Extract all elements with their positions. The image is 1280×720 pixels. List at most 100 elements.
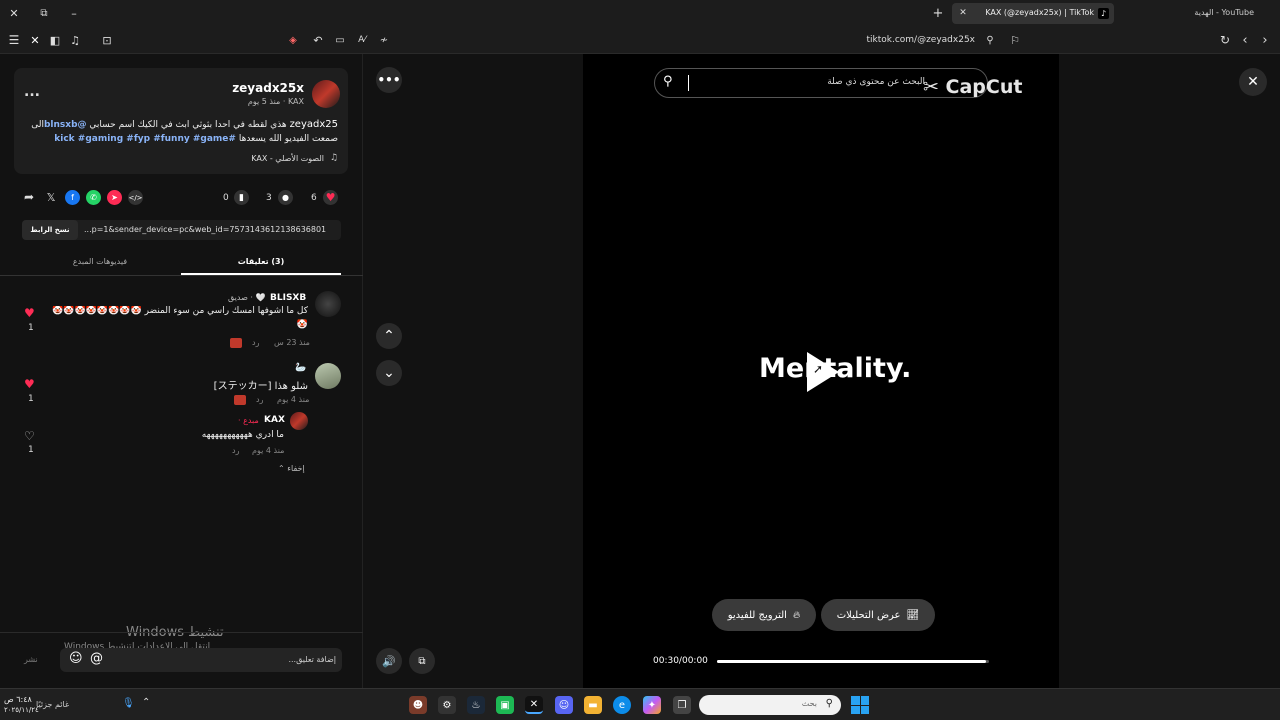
shield-extension-icon[interactable]: ◈ <box>285 32 301 48</box>
windows-start-icon[interactable] <box>851 696 869 714</box>
tabs-bar: فيديوهات المبدع (3) تعليقات <box>0 252 363 276</box>
reply-button[interactable]: رد <box>256 395 263 404</box>
mention-icon[interactable]: @ <box>90 651 103 666</box>
like-action-icon[interactable]: ♥ <box>323 190 338 205</box>
forward-icon[interactable]: › <box>1257 32 1273 48</box>
comment-like-icon[interactable]: ♡ <box>24 429 35 443</box>
task-view-icon[interactable]: ❐ <box>673 696 691 714</box>
reader-icon[interactable]: ▭ <box>332 32 348 48</box>
search-icon[interactable]: ⚲ <box>663 74 673 89</box>
weather-text[interactable]: غائم جزئيًا <box>36 700 69 709</box>
comment-author[interactable]: BLISXB <box>270 293 306 303</box>
comment-input[interactable]: @ ☺ إضافة تعليق... <box>60 648 342 672</box>
share-arrow-icon[interactable]: ➦ <box>22 190 36 204</box>
capcut-icon[interactable]: ✕ <box>27 32 43 48</box>
comment-like-icon[interactable]: ♥ <box>24 377 35 391</box>
comment-time: منذ 4 يوم <box>277 395 310 404</box>
comment-avatar[interactable] <box>315 291 341 317</box>
sparkle-icon[interactable]: ≁ <box>376 32 392 48</box>
next-video-button[interactable]: ⌄ <box>376 360 402 386</box>
tab-youtube[interactable]: YouTube - الهدية <box>1194 8 1254 17</box>
capcut-app-icon[interactable]: ✕ <box>525 696 543 714</box>
telegram-share-icon[interactable]: ➤ <box>107 190 122 205</box>
author-username[interactable]: zeyadx25x <box>232 81 304 95</box>
caption-hashtags[interactable]: #kick #gaming #fyp #funny #game <box>54 134 236 144</box>
sound-name[interactable]: الصوت الأصلي - KAX <box>251 154 324 163</box>
site-settings-icon[interactable]: ⚲ <box>982 32 998 48</box>
reply-button[interactable]: رد <box>252 338 259 347</box>
reload-icon[interactable]: ↻ <box>1217 32 1233 48</box>
steam-icon[interactable]: ♨ <box>467 696 485 714</box>
screenshot-icon[interactable]: ⊡ <box>99 32 115 48</box>
close-player-button[interactable]: ✕ <box>1239 68 1267 96</box>
sidebar-toggle-icon[interactable]: ◧ <box>47 32 63 48</box>
emoji-icon[interactable]: ☺ <box>69 651 83 666</box>
tab-active[interactable]: ✕ KAX (@zeyadx25x) | TikTok ♪ <box>952 3 1114 24</box>
promote-label: الترويج للفيديو <box>727 609 787 621</box>
bookmark-action-icon[interactable]: ▮ <box>234 190 249 205</box>
more-options-icon[interactable]: ... <box>20 82 44 102</box>
caption-user: zeyadx25 <box>289 119 338 130</box>
discord-icon[interactable]: ☺ <box>555 696 573 714</box>
copilot-icon[interactable]: ✦ <box>643 696 661 714</box>
taskbar-search[interactable]: ⚲ بحث <box>699 695 841 715</box>
reply-author[interactable]: KAX <box>264 415 285 425</box>
bookmark-icon[interactable]: ⚐ <box>1007 32 1023 48</box>
video-player[interactable]: ⚲ البحث عن محتوى ذي صلة ✂ CapCut Mentali… <box>583 54 1059 688</box>
previous-video-button[interactable]: ⌃ <box>376 323 402 349</box>
author-avatar[interactable] <box>312 80 340 108</box>
back-icon[interactable]: ‹ <box>1237 32 1253 48</box>
view-analytics-button[interactable]: 📈︎ عرض التحليلات <box>821 599 935 631</box>
comment-like-icon[interactable]: ♥ <box>24 306 35 320</box>
address-bar-url[interactable]: tiktok.com/@zeyadx25x <box>860 35 975 45</box>
window-restore-button[interactable]: ⧉ <box>36 5 52 21</box>
menu-icon[interactable]: ☰ <box>6 32 22 48</box>
undo-icon[interactable]: ↶ <box>310 32 326 48</box>
whatsapp-share-icon[interactable]: ✆ <box>86 190 101 205</box>
window-minimize-button[interactable]: – <box>66 5 82 21</box>
like-count: 6 <box>311 193 317 203</box>
progress-track[interactable] <box>717 660 989 663</box>
tab-creator-videos[interactable]: فيديوهات المبدع <box>20 257 180 266</box>
comment-avatar[interactable] <box>315 363 341 389</box>
gear-app-icon[interactable]: ⚙ <box>438 696 456 714</box>
tab-comments[interactable]: (3) تعليقات <box>181 257 341 266</box>
tray-overflow-icon[interactable]: ⌃ <box>142 697 150 708</box>
tiktok-video-page: ... zeyadx25x KAX · منذ 5 يوم zeyadx25 ه… <box>0 54 1280 688</box>
comment-author[interactable]: 🦢 <box>295 363 306 373</box>
volume-button[interactable]: 🔊 <box>376 648 402 674</box>
more-menu-button[interactable]: ••• <box>376 67 402 93</box>
translate-icon[interactable]: A⁄ <box>354 32 370 48</box>
app-icon-game[interactable]: ☻ <box>409 696 427 714</box>
search-placeholder: البحث عن محتوى ذي صلة <box>827 77 925 87</box>
close-tab-icon[interactable]: ✕ <box>956 6 970 20</box>
comment-like-count: 1 <box>28 394 34 404</box>
edge-icon[interactable]: e <box>613 696 631 714</box>
reply-time: منذ 4 يوم <box>252 446 285 455</box>
window-close-button[interactable]: ✕ <box>6 5 22 21</box>
share-link-text[interactable]: ...p=1&sender_device=pc&web_id=757314361… <box>84 225 326 234</box>
music-note-icon: ♫ <box>329 153 338 163</box>
xbox-app-icon[interactable]: ▣ <box>496 696 514 714</box>
new-tab-button[interactable]: + <box>930 5 946 21</box>
comment-action-icon[interactable]: ● <box>278 190 293 205</box>
music-icon[interactable]: ♫ <box>67 32 83 48</box>
hide-replies-label: إخفاء <box>287 464 305 473</box>
reply-button[interactable]: رد <box>232 446 239 455</box>
facebook-share-icon[interactable]: f <box>65 190 80 205</box>
picture-in-picture-button[interactable]: ⧉ <box>409 648 435 674</box>
hide-replies-button[interactable]: ⌃ إخفاء <box>278 464 305 473</box>
embed-icon[interactable]: </> <box>128 190 143 205</box>
mic-icon[interactable]: 🎙︎ <box>122 698 135 709</box>
promote-video-button[interactable]: 🔥︎ الترويج للفيديو <box>712 599 816 631</box>
post-comment-button[interactable]: نشر <box>24 655 38 664</box>
browser-toolbar: ☰ ✕ ◧ ♫ ⊡ ◈ ↶ ▭ A⁄ ≁ tiktok.com/@zeyadx2… <box>0 27 1280 54</box>
file-explorer-icon[interactable]: ▬ <box>584 696 602 714</box>
caption-mention[interactable]: @blnsxb <box>44 120 87 130</box>
capcut-logo-icon: ✂ <box>923 76 939 98</box>
reply-avatar[interactable] <box>290 412 308 430</box>
comment-time: منذ 23 س <box>274 338 310 347</box>
x-share-icon[interactable]: 𝕏 <box>44 190 58 204</box>
copy-link-button[interactable]: نسخ الرابط <box>22 220 78 240</box>
analytics-label: عرض التحليلات <box>836 609 901 621</box>
